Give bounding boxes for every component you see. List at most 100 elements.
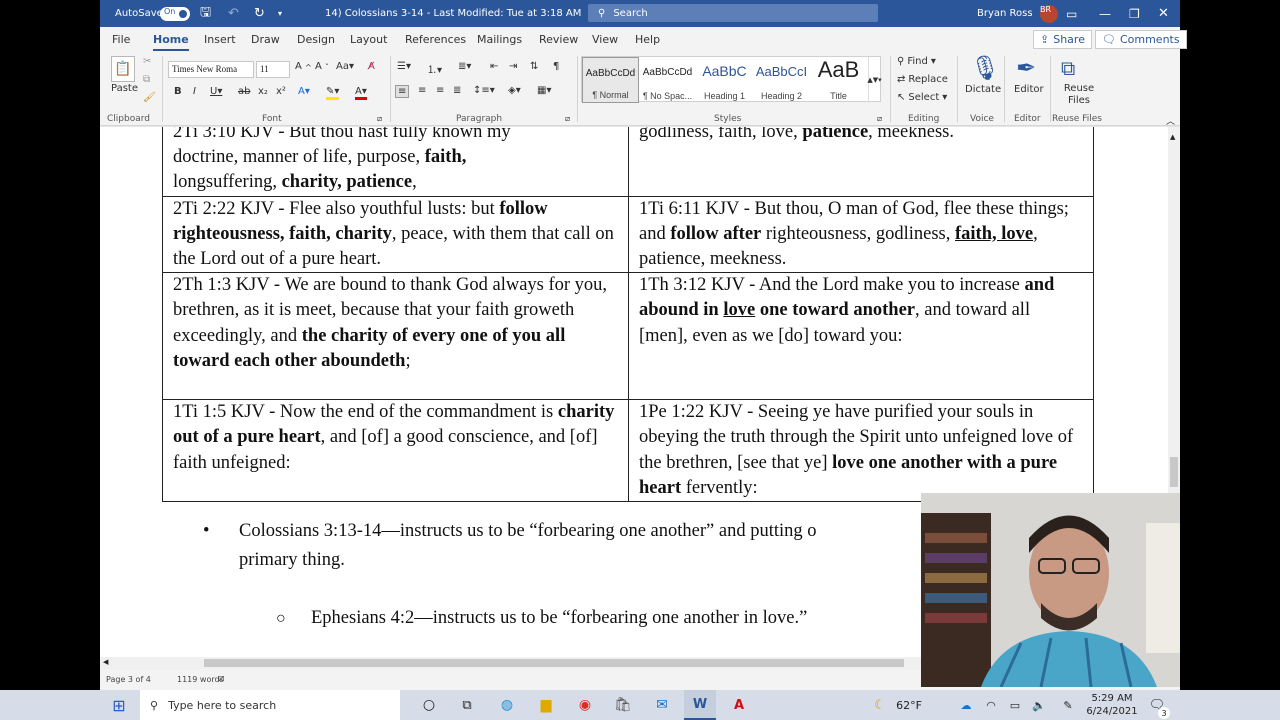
user-name[interactable]: Bryan Ross <box>977 0 1033 27</box>
find-button[interactable]: ⚲ Find ▾ <box>897 56 936 67</box>
clear-format-icon[interactable]: A̸ <box>368 61 375 72</box>
text-effects-icon[interactable]: A▾ <box>298 86 310 97</box>
justify-icon[interactable]: ≣ <box>453 85 461 96</box>
multilevel-list-icon[interactable]: ≣▾ <box>458 61 471 72</box>
collapse-ribbon-icon[interactable]: ︿ <box>1166 114 1175 127</box>
font-dialog-launcher-icon[interactable]: ⧄ <box>377 114 382 124</box>
style-heading-1[interactable]: AaBbC Heading 1 <box>696 57 753 103</box>
font-color-icon[interactable]: A▾ <box>355 86 367 100</box>
align-right-icon[interactable]: ≡ <box>436 85 444 96</box>
replace-button[interactable]: ⇄ Replace <box>897 74 948 85</box>
onedrive-icon[interactable]: ☁ <box>958 690 974 720</box>
undo-icon[interactable]: ↶ <box>228 0 239 27</box>
scroll-left-icon[interactable]: ◀ <box>103 658 108 666</box>
borders-icon[interactable]: ▦▾ <box>537 85 551 96</box>
shrink-font-icon[interactable]: Aˇ <box>315 61 329 72</box>
dictate-button[interactable]: Dictate <box>965 84 1001 95</box>
file-explorer-icon[interactable]: ▆ <box>535 690 557 720</box>
highlight-icon[interactable]: ✎▾ <box>326 86 340 100</box>
weather-temp[interactable]: 62°F <box>894 690 924 720</box>
tab-file[interactable]: File <box>112 33 130 46</box>
increase-indent-icon[interactable]: ⇥ <box>509 61 517 72</box>
tab-insert[interactable]: Insert <box>204 33 236 46</box>
font-size-combo[interactable]: 11 <box>256 61 290 78</box>
table-cell[interactable]: 1Ti 1:5 KJV - Now the end of the command… <box>162 399 629 503</box>
windows-start-icon[interactable]: ⊞ <box>108 690 130 720</box>
change-case-icon[interactable]: Aa▾ <box>336 61 354 72</box>
document-title[interactable]: 14) Colossians 3-14 - Last Modified: Tue… <box>325 0 581 27</box>
pen-icon[interactable]: ✎ <box>1060 690 1076 720</box>
save-icon[interactable]: 🖫 <box>200 0 211 27</box>
table-cell[interactable]: 2Ti 2:22 KJV - Flee also youthful lusts:… <box>162 195 629 274</box>
copy-icon[interactable]: ⧉ <box>143 74 150 85</box>
table-cell[interactable]: 2Ti 3:10 KJV - But thou hast fully known… <box>162 127 629 197</box>
table-cell[interactable]: godliness, faith, love, patience, meekne… <box>628 127 1094 197</box>
weather-icon[interactable]: ☾ <box>870 690 890 720</box>
share-button[interactable]: ⇪ Share <box>1033 30 1092 49</box>
format-painter-icon[interactable]: 🖌 <box>143 92 156 103</box>
battery-icon[interactable]: ▭ <box>1007 690 1023 720</box>
italic-icon[interactable]: I <box>193 86 196 97</box>
autosave-toggle[interactable]: On <box>160 0 190 27</box>
numbering-icon[interactable]: ⒈▾ <box>427 61 442 76</box>
avatar[interactable]: BR <box>1040 0 1058 27</box>
word-taskbar-icon[interactable]: W <box>684 690 716 720</box>
underline-icon[interactable]: U▾ <box>210 86 222 97</box>
bullet-item-continuation[interactable]: primary thing. <box>239 546 345 575</box>
redo-icon[interactable]: ↻ <box>254 0 265 27</box>
editor-button[interactable]: Editor <box>1014 84 1044 95</box>
shading-icon[interactable]: ◈▾ <box>508 85 521 96</box>
line-spacing-icon[interactable]: ↕≡▾ <box>473 85 495 96</box>
chrome-icon[interactable]: ◉ <box>574 690 596 720</box>
styles-scroll-icon[interactable]: ▲▼▾ <box>867 57 882 103</box>
table-cell[interactable]: 2Th 1:3 KJV - We are bound to thank God … <box>162 272 629 401</box>
tab-design[interactable]: Design <box>297 33 335 46</box>
grow-font-icon[interactable]: A ^ <box>295 61 312 72</box>
strikethrough-icon[interactable]: ab <box>238 86 250 97</box>
tab-review[interactable]: Review <box>539 33 578 46</box>
style-no-spacing[interactable]: AaBbCcDd ¶ No Spac... <box>639 57 696 103</box>
tab-view[interactable]: View <box>592 33 618 46</box>
select-button[interactable]: ↖ Select ▾ <box>897 92 947 103</box>
network-icon[interactable]: ◠ <box>983 690 999 720</box>
proofing-icon[interactable]: ⧄ <box>218 673 224 684</box>
minimize-icon[interactable]: — <box>1099 0 1111 27</box>
style-title[interactable]: AaB Title <box>810 57 867 103</box>
align-left-icon[interactable]: ≡ <box>395 85 410 98</box>
superscript-icon[interactable]: x² <box>276 86 286 97</box>
bullets-icon[interactable]: ☰▾ <box>397 61 411 72</box>
decrease-indent-icon[interactable]: ⇤ <box>490 61 498 72</box>
comments-button[interactable]: 🗨 Comments <box>1095 30 1187 49</box>
customize-qat-icon[interactable]: ▾ <box>278 0 282 27</box>
align-center-icon[interactable]: ≡ <box>418 85 426 96</box>
ribbon-display-icon[interactable]: ▭ <box>1066 0 1077 27</box>
table-cell[interactable]: 1Pe 1:22 KJV - Seeing ye have purified y… <box>628 399 1094 503</box>
bullet-item-text[interactable]: Colossians 3:13-14—instructs us to be “f… <box>239 517 817 546</box>
page-count[interactable]: Page 3 of 4 <box>106 675 151 684</box>
reuse-files-button[interactable]: Reuse Files <box>1058 83 1100 107</box>
paste-icon[interactable]: 📋 <box>111 56 135 82</box>
font-name-combo[interactable]: Times New Roma <box>168 61 254 78</box>
tab-home[interactable]: Home <box>153 33 189 51</box>
sort-icon[interactable]: ⇅ <box>530 61 538 72</box>
tab-help[interactable]: Help <box>635 33 660 46</box>
tab-references[interactable]: References <box>405 33 466 46</box>
search-box[interactable]: ⚲ Search <box>588 4 878 22</box>
editor-icon[interactable]: ✒ <box>1016 54 1036 82</box>
paste-label[interactable]: Paste <box>111 83 138 94</box>
cortana-icon[interactable]: ○ <box>418 690 440 720</box>
mail-icon[interactable]: ✉ <box>651 690 673 720</box>
word-count[interactable]: 1119 words <box>177 675 224 684</box>
table-cell[interactable]: 1Ti 6:11 KJV - But thou, O man of God, f… <box>628 195 1094 274</box>
acrobat-icon[interactable]: A <box>728 690 750 720</box>
bold-icon[interactable]: B <box>174 86 182 97</box>
show-marks-icon[interactable]: ¶ <box>553 61 559 72</box>
scroll-thumb[interactable] <box>1170 457 1178 487</box>
clock[interactable]: 5:29 AM 6/24/2021 <box>1084 690 1140 720</box>
tab-mailings[interactable]: Mailings <box>477 33 522 46</box>
sub-bullet-item-text[interactable]: Ephesians 4:2—instructs us to be “forbea… <box>311 604 807 633</box>
cut-icon[interactable]: ✂ <box>143 56 151 67</box>
volume-icon[interactable]: 🔈 <box>1031 690 1047 720</box>
microphone-icon[interactable]: 🎙 <box>970 54 1000 82</box>
style-heading-2[interactable]: AaBbCcI Heading 2 <box>753 57 810 103</box>
